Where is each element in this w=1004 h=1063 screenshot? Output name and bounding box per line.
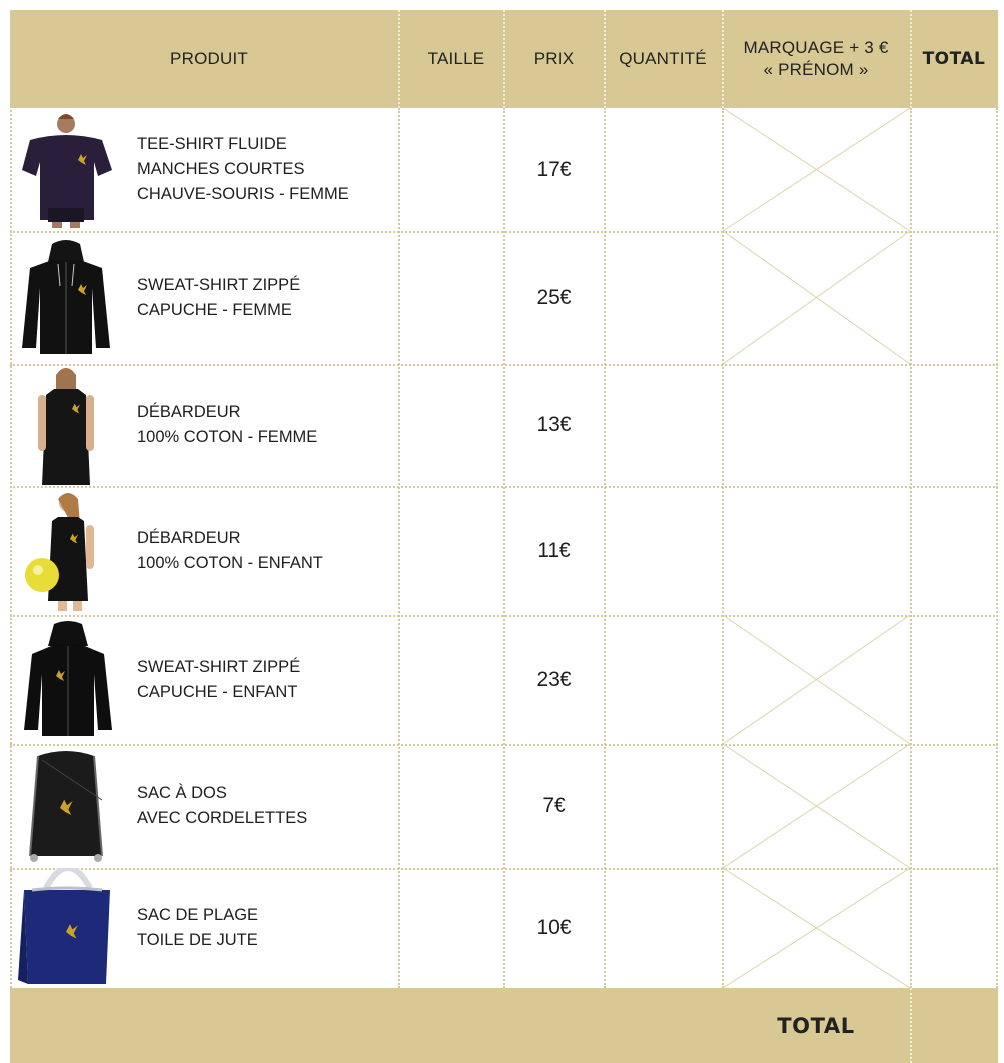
product-price: 11€: [537, 538, 571, 562]
drawstring-bag-image: [10, 744, 122, 868]
grid-line: [503, 10, 505, 108]
product-name-line: CAPUCHE - ENFANT: [137, 682, 298, 701]
header-produit: PRODUIT: [170, 49, 248, 68]
product-name: SAC DE PLAGE TOILE DE JUTE: [137, 868, 397, 988]
product-name: TEE-SHIRT FLUIDE MANCHES COURTES CHAUVE-SO…: [137, 108, 397, 231]
product-name-line: DÉBARDEUR: [137, 528, 241, 547]
grid-line: [996, 108, 998, 988]
order-form-table: PRODUIT TAILLE PRIX QUANTITÉ MARQUAGE + …: [10, 10, 998, 1063]
header-marquage-line1: MARQUAGE + 3 €: [743, 38, 889, 57]
jute-beach-bag-image: [10, 868, 122, 988]
grid-line: [604, 10, 606, 108]
product-price: 7€: [542, 794, 566, 817]
zip-hoodie-image: [10, 231, 122, 364]
product-name-line: AVEC CORDELETTES: [137, 809, 308, 827]
marking-unavailable-cross: [722, 743, 911, 869]
marking-unavailable-cross: [722, 107, 911, 232]
product-name-line: CAPUCHE - FEMME: [137, 300, 292, 319]
grid-line: [604, 108, 606, 988]
marking-unavailable-cross: [722, 614, 911, 745]
grid-line: [722, 10, 724, 108]
header-marquage-line2: « PRÉNOM »: [763, 60, 869, 79]
product-name-line: SWEAT-SHIRT ZIPPÉ: [137, 275, 301, 294]
product-name-line: SAC DE PLAGE: [137, 906, 259, 924]
grid-line: [722, 108, 724, 988]
product-price: 23€: [536, 667, 572, 691]
product-name: SWEAT-SHIRT ZIPPÉ CAPUCHE - ENFANT: [137, 615, 397, 744]
product-name-line: 100% COTON - ENFANT: [137, 553, 323, 572]
product-price: 25€: [536, 285, 572, 309]
header-quantite: QUANTITÉ: [619, 49, 707, 68]
grid-line: [910, 108, 912, 988]
product-name-line: TOILE DE JUTE: [137, 931, 258, 949]
header-prix: PRIX: [533, 49, 575, 68]
product-name-line: DÉBARDEUR: [137, 403, 241, 421]
product-name-line: CHAUVE-SOURIS - FEMME: [137, 185, 349, 203]
product-name-line: TEE-SHIRT FLUIDE: [137, 135, 287, 153]
marking-unavailable-cross: [722, 867, 911, 989]
grid-line: [398, 10, 400, 108]
tee-shirt-woman-image: [10, 108, 122, 231]
product-name-line: MANCHES COURTES: [137, 160, 305, 178]
product-name: DÉBARDEUR 100% COTON - FEMME: [137, 364, 397, 486]
header-taille: TAILLE: [427, 49, 485, 68]
grid-line: [910, 988, 912, 1063]
product-name: DÉBARDEUR 100% COTON - ENFANT: [137, 486, 397, 615]
product-name: SWEAT-SHIRT ZIPPÉ CAPUCHE - FEMME: [137, 231, 397, 364]
product-name-line: SAC À DOS: [137, 784, 227, 802]
tank-top-child-image: [10, 486, 122, 615]
product-price: 10€: [536, 916, 572, 939]
header-marquage: MARQUAGE + 3 € « PRÉNOM »: [722, 10, 910, 108]
footer-total-label: TOTAL: [777, 1013, 855, 1038]
marking-unavailable-cross: [722, 230, 911, 365]
grid-line: [910, 10, 912, 108]
header-total: TOTAL: [922, 49, 986, 69]
tank-top-woman-image: [10, 364, 122, 486]
grid-line: [398, 108, 400, 988]
product-name-line: 100% COTON - FEMME: [137, 428, 318, 446]
grid-line: [10, 10, 12, 988]
grid-line: [503, 108, 505, 988]
product-name-line: SWEAT-SHIRT ZIPPÉ: [137, 657, 301, 676]
product-price: 17€: [536, 157, 572, 181]
product-name: SAC À DOS AVEC CORDELETTES: [137, 744, 397, 868]
product-price: 13€: [536, 413, 572, 436]
child-hoodie-image: [10, 615, 122, 744]
